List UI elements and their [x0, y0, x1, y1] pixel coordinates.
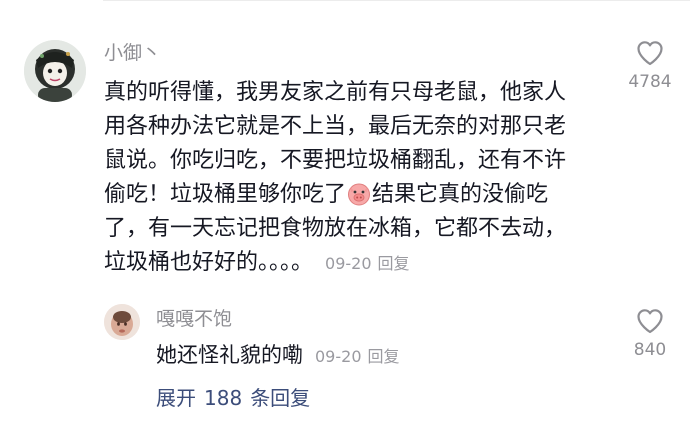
reply-like-button[interactable]: 840 — [622, 308, 678, 360]
expand-suffix: 条回复 — [250, 386, 311, 410]
comment-username[interactable]: 小御丶 — [104, 40, 161, 66]
reply-text-content: 她还怪礼貌的嘞 — [156, 343, 303, 367]
reply-date: 09-20 — [315, 347, 362, 366]
reply-avatar[interactable] — [104, 304, 140, 340]
comment-line: 垃圾桶也好好的。。。。 09-20 回复 — [104, 246, 604, 280]
divider — [103, 0, 690, 1]
comment-date: 09-20 — [325, 254, 372, 273]
reply-text: 她还怪礼貌的嘞 09-20 回复 — [156, 338, 400, 374]
avatar[interactable] — [24, 40, 86, 102]
comment-line: 用各种办法它就是不上当，最后无奈的对那只老 — [104, 114, 567, 139]
heart-icon[interactable] — [622, 308, 678, 334]
comment-line-text: 偷吃！垃圾桶里够你吃了 — [104, 182, 347, 207]
comment-text: 真的听得懂，我男友家之前有只母老鼠，他家人 用各种办法它就是不上当，最后无奈的对… — [104, 76, 604, 280]
comment-line: 真的听得懂，我男友家之前有只母老鼠，他家人 — [104, 80, 567, 105]
reply-button[interactable]: 回复 — [378, 254, 410, 273]
reply-reply-button[interactable]: 回复 — [368, 347, 400, 366]
reply-like-count: 840 — [633, 340, 667, 360]
reply-username[interactable]: 嘎嘎不饱 — [156, 306, 232, 332]
comment-line: 偷吃！垃圾桶里够你吃了 结果它真的没偷吃 — [104, 178, 604, 212]
expand-replies-link[interactable]: 展开 188 条回复 — [156, 382, 310, 414]
heart-icon[interactable] — [622, 40, 678, 66]
like-count: 4784 — [628, 72, 672, 92]
comment-meta: 09-20 回复 — [325, 254, 410, 273]
comment-line: 了，有一天忘记把食物放在冰箱，它都不去动， — [104, 216, 567, 241]
expand-prefix: 展开 — [156, 386, 196, 410]
comment-line-text: 结果它真的没偷吃 — [372, 182, 549, 207]
like-button[interactable]: 4784 — [622, 40, 678, 92]
comment-line: 鼠说。你吃归吃，不要把垃圾桶翻乱，还有不许 — [104, 148, 567, 173]
comment-line-text: 垃圾桶也好好的。。。。 — [104, 250, 314, 275]
reply-meta: 09-20 回复 — [315, 347, 400, 366]
expand-count: 188 — [204, 386, 243, 410]
